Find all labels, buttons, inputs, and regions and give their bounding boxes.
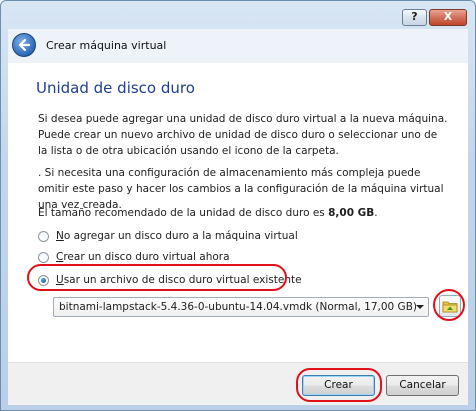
annotation-circle-folder [433, 289, 465, 321]
wizard-header: Crear máquina virtual [8, 29, 468, 64]
page-title: Unidad de disco duro [36, 79, 195, 97]
help-button[interactable]: ? [402, 9, 427, 26]
close-button[interactable]: X [429, 9, 467, 26]
cancel-button[interactable]: Cancelar [386, 375, 459, 396]
title-bar: ? X [1, 1, 475, 29]
radio-button-icon[interactable] [38, 230, 49, 242]
wizard-content: Unidad de disco duro Si desea puede agre… [8, 63, 468, 362]
radio-button-icon[interactable] [38, 251, 49, 263]
recommended-size-text: El tamaño recomendado de la unidad de di… [38, 205, 448, 221]
button-bar: Crear Cancelar [8, 362, 468, 405]
description-text: Si desea puede agregar una unidad de dis… [38, 113, 448, 157]
annotation-circle-radio [27, 264, 287, 291]
recommended-prefix: El tamaño recomendado de la unidad de di… [38, 207, 329, 219]
radio-create-disk-label: Crear un disco duro virtual ahora [56, 251, 230, 263]
dialog-window: ? X Crear máquina virtual Unidad de disc… [0, 0, 476, 411]
recommended-size-value: 8,00 GB [328, 207, 375, 219]
annotation-circle-create [296, 368, 382, 402]
disk-file-select-value: bitnami-lampstack-5.4.36-0-ubuntu-14.04.… [59, 301, 417, 313]
radio-no-disk[interactable]: No agregar un disco duro a la máquina vi… [38, 229, 298, 245]
recommended-suffix: . [374, 207, 378, 219]
disk-file-select[interactable]: bitnami-lampstack-5.4.36-0-ubuntu-14.04.… [53, 297, 429, 317]
back-arrow-icon[interactable] [12, 33, 36, 57]
chevron-down-icon[interactable] [416, 305, 424, 309]
wizard-title: Crear máquina virtual [46, 39, 167, 52]
radio-no-disk-label: No agregar un disco duro a la máquina vi… [56, 230, 298, 242]
